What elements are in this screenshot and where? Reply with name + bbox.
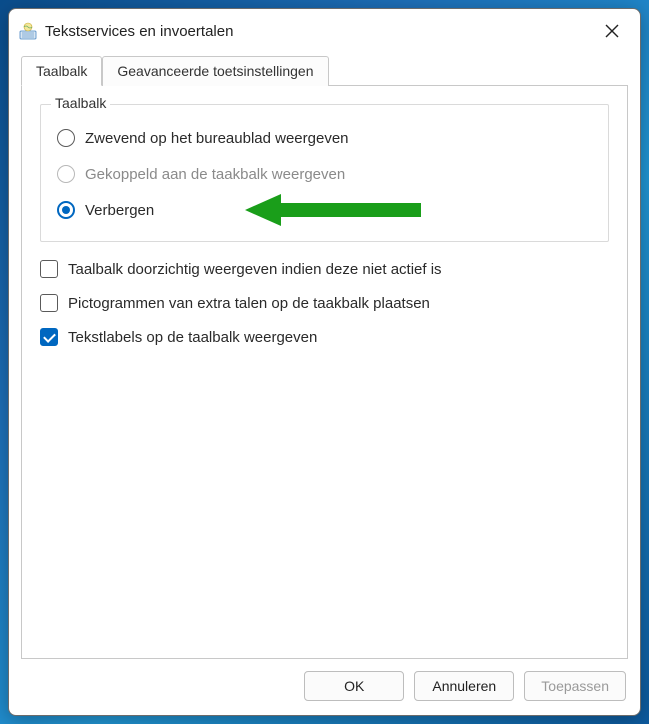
checkbox-icon: [40, 260, 58, 278]
groupbox-legend: Taalbalk: [51, 95, 110, 111]
ok-button[interactable]: OK: [304, 671, 404, 701]
radio-docked-taskbar: Gekoppeld aan de taakbalk weergeven: [57, 165, 592, 183]
tab-label: Taalbalk: [36, 63, 87, 79]
checkbox-label: Taalbalk doorzichtig weergeven indien de…: [68, 261, 442, 278]
button-label: OK: [344, 678, 364, 694]
content-area: Taalbalk Geavanceerde toetsinstellingen …: [9, 51, 640, 659]
button-bar: OK Annuleren Toepassen: [9, 659, 640, 715]
groupbox-taalbalk: Taalbalk Zwevend op het bureaublad weerg…: [40, 104, 609, 242]
button-label: Annuleren: [432, 678, 496, 694]
radio-label: Gekoppeld aan de taakbalk weergeven: [85, 166, 345, 183]
radio-icon: [57, 165, 75, 183]
checkbox-extra-lang-icons[interactable]: Pictogrammen van extra talen op de taakb…: [40, 294, 609, 312]
cancel-button[interactable]: Annuleren: [414, 671, 514, 701]
checkbox-icon: [40, 294, 58, 312]
button-label: Toepassen: [541, 678, 609, 694]
tab-taalbalk[interactable]: Taalbalk: [21, 56, 102, 86]
checkbox-icon: [40, 328, 58, 346]
window-title: Tekstservices en invoertalen: [45, 23, 594, 40]
checkbox-transparent-inactive[interactable]: Taalbalk doorzichtig weergeven indien de…: [40, 260, 609, 278]
radio-floating-desktop[interactable]: Zwevend op het bureaublad weergeven: [57, 129, 592, 147]
checkbox-label: Tekstlabels op de taalbalk weergeven: [68, 329, 317, 346]
titlebar: Tekstservices en invoertalen: [9, 9, 640, 51]
tab-label: Geavanceerde toetsinstellingen: [117, 63, 313, 79]
tab-panel-taalbalk: Taalbalk Zwevend op het bureaublad weerg…: [21, 85, 628, 659]
app-icon: [19, 22, 37, 40]
radio-label: Zwevend op het bureaublad weergeven: [85, 130, 349, 147]
radio-icon: [57, 201, 75, 219]
radio-label: Verbergen: [85, 202, 154, 219]
tab-advanced-key-settings[interactable]: Geavanceerde toetsinstellingen: [102, 56, 328, 86]
close-button[interactable]: [594, 17, 630, 45]
tab-strip: Taalbalk Geavanceerde toetsinstellingen: [21, 56, 628, 86]
apply-button: Toepassen: [524, 671, 626, 701]
radio-hidden[interactable]: Verbergen: [57, 201, 592, 219]
checkbox-text-labels[interactable]: Tekstlabels op de taalbalk weergeven: [40, 328, 609, 346]
checkbox-label: Pictogrammen van extra talen op de taakb…: [68, 295, 430, 312]
radio-icon: [57, 129, 75, 147]
dialog-window: Tekstservices en invoertalen Taalbalk Ge…: [8, 8, 641, 716]
annotation-arrow-icon: [245, 190, 425, 230]
